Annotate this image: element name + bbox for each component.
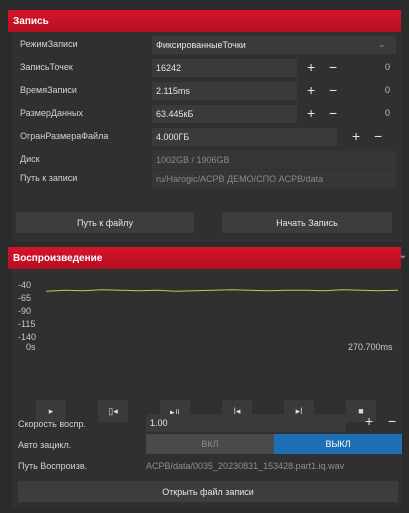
record-size-minus-button[interactable]: − <box>329 106 337 120</box>
record-limit-plus-button[interactable]: + <box>352 129 360 143</box>
record-disk-label: Диск <box>20 154 40 164</box>
speed-minus-button[interactable]: − <box>388 413 396 429</box>
record-points-plus-button[interactable]: + <box>307 60 315 74</box>
record-points-minus-button[interactable]: − <box>329 60 337 74</box>
speed-field[interactable]: 1.00 <box>146 414 346 432</box>
record-section-title: Запись <box>13 15 49 27</box>
playback-section-header[interactable]: Воспроизведение ⌄ <box>8 247 407 269</box>
record-size-field[interactable]: 63.445кБ <box>152 105 297 123</box>
record-time-plus-button[interactable]: + <box>307 83 315 97</box>
record-path-row: Путь к записи ru/Harogic/ACPB ДЕМО/СПО A… <box>12 170 402 188</box>
record-mode-label: РежимЗаписи <box>20 39 78 49</box>
record-points-value: 0 <box>385 62 391 72</box>
record-points-field[interactable]: 16242 <box>152 59 297 77</box>
loop-label: Авто зацикл. <box>18 440 72 450</box>
speed-label: Скорость воспр. <box>18 419 86 429</box>
speed-plus-button[interactable]: + <box>365 413 373 429</box>
record-size-row: РазмерДанных 63.445кБ + − 0 <box>12 105 402 123</box>
record-time-label: ВремяЗаписи <box>20 85 77 95</box>
open-recording-button[interactable]: Открыть файл записи <box>18 481 398 502</box>
record-time-field[interactable]: 2.115ms <box>152 82 297 100</box>
skip-back-button[interactable]: ▯◂ <box>98 400 128 422</box>
record-limit-row: ОгранРазмераФайла 4.000ГБ + − <box>12 128 402 146</box>
record-limit-label: ОгранРазмераФайла <box>20 131 109 141</box>
playback-section-title: Воспроизведение <box>13 252 103 264</box>
start-recording-button[interactable]: Начать Запись <box>222 212 392 233</box>
trace-line <box>45 289 399 292</box>
record-mode-row: РежимЗаписи ФиксированныеТочки ⌄ <box>12 36 402 54</box>
record-limit-field[interactable]: 4.000ГБ <box>152 128 337 146</box>
record-size-label: РазмерДанных <box>20 108 83 118</box>
record-path-label: Путь к записи <box>20 173 78 183</box>
stop-icon: ■ <box>358 406 364 416</box>
record-disk-row: Диск 1002GB / 1906GB <box>12 151 402 169</box>
chevron-down-icon: ⌄ <box>378 39 386 49</box>
record-size-value: 0 <box>385 108 391 118</box>
playback-chart: -40 -65 -90 -115 -140 0s 270.700ms <box>18 275 402 375</box>
loop-on-toggle[interactable]: ВКЛ <box>146 434 274 454</box>
record-time-value: 0 <box>385 85 391 95</box>
file-path-button[interactable]: Путь к файлу <box>16 212 194 233</box>
record-time-row: ВремяЗаписи 2.115ms + − 0 <box>12 82 402 100</box>
playback-path-value: ACPB/data/0035_20230831_153428.part1.iq.… <box>146 461 345 471</box>
record-mode-select[interactable]: ФиксированныеТочки <box>152 36 396 54</box>
record-disk-value: 1002GB / 1906GB <box>152 151 396 169</box>
record-points-row: ЗаписьТочек 16242 + − 0 <box>12 59 402 77</box>
record-path-value: ru/Harogic/ACPB ДЕМО/СПО ACPB/data <box>152 170 396 188</box>
record-points-label: ЗаписьТочек <box>20 62 73 72</box>
play-icon: ▸ <box>48 405 54 416</box>
record-panel: РежимЗаписи ФиксированныеТочки ⌄ ЗаписьТ… <box>12 32 402 242</box>
record-section-header[interactable]: Запись <box>8 10 401 32</box>
chevron-down-icon[interactable]: ⌄ <box>399 250 407 261</box>
skip-back-icon: ▯◂ <box>108 405 118 416</box>
record-size-plus-button[interactable]: + <box>307 106 315 120</box>
loop-off-toggle[interactable]: ВЫКЛ <box>274 434 402 454</box>
trace-plot[interactable] <box>18 275 402 375</box>
playback-path-label: Путь Воспроизв. <box>18 461 88 471</box>
record-time-minus-button[interactable]: − <box>329 83 337 97</box>
record-limit-minus-button[interactable]: − <box>374 129 382 143</box>
